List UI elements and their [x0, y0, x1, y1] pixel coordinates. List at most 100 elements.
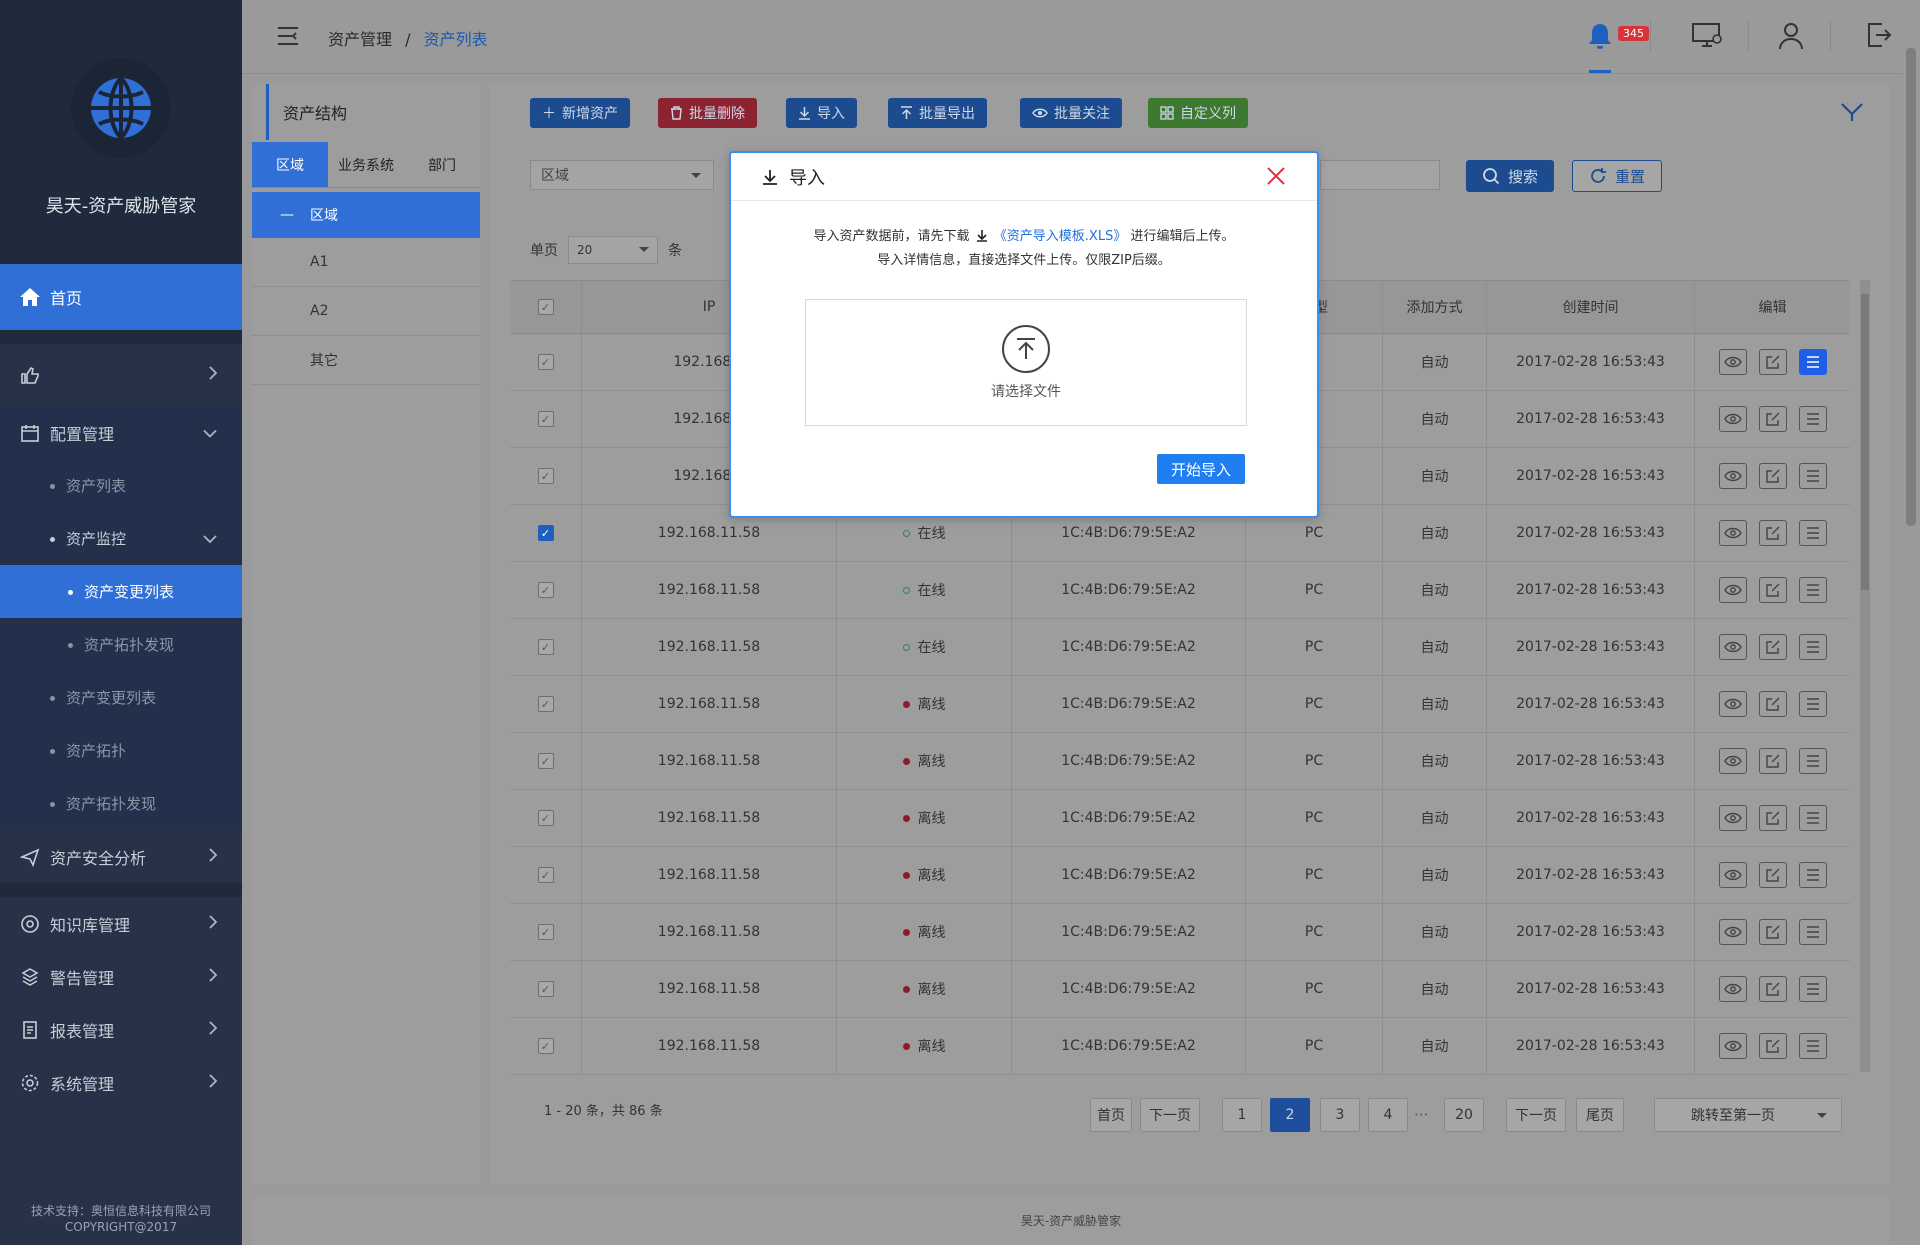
page-prev[interactable]: 下一页	[1140, 1098, 1200, 1132]
edit-icon[interactable]	[1758, 919, 1787, 945]
row-checkbox[interactable]: ✓	[537, 1038, 554, 1054]
nav-system[interactable]: 系统管理	[0, 1056, 242, 1109]
view-eye-icon[interactable]	[1718, 634, 1747, 660]
table-row[interactable]: ✓ 192.168.11.58 离线 1C:4B:D6:79:5E:A2 PC 自动 201…	[510, 790, 1850, 847]
edit-icon[interactable]	[1758, 406, 1787, 432]
page-3[interactable]: 3	[1320, 1098, 1360, 1132]
tree-root-region[interactable]: — 区域	[252, 192, 480, 238]
edit-icon[interactable]	[1758, 520, 1787, 546]
nav-asset-topo-discover-2[interactable]: 资产拓扑发现	[0, 777, 242, 830]
row-checkbox[interactable]: ✓	[537, 525, 554, 541]
page-last[interactable]: 尾页	[1576, 1098, 1624, 1132]
table-row[interactable]: ✓ 192.168.11.58 离线 1C:4B:D6:79:5E:A2 PC 自动 201…	[510, 961, 1850, 1018]
tree-node-a2[interactable]: A2	[252, 287, 480, 336]
nav-asset-change-list-2[interactable]: 资产变更列表	[0, 671, 242, 724]
add-asset-button[interactable]: ＋ 新增资产	[530, 98, 630, 128]
detail-list-icon[interactable]	[1798, 349, 1827, 375]
nav-asset-change-list[interactable]: 资产变更列表	[0, 565, 242, 618]
detail-list-icon[interactable]	[1798, 919, 1827, 945]
row-checkbox[interactable]: ✓	[537, 411, 554, 427]
nav-report[interactable]: 报表管理	[0, 1003, 242, 1056]
detail-list-icon[interactable]	[1798, 577, 1827, 603]
tree-node-a1[interactable]: A1	[252, 238, 480, 287]
view-eye-icon[interactable]	[1718, 577, 1747, 603]
view-eye-icon[interactable]	[1718, 406, 1747, 432]
detail-list-icon[interactable]	[1798, 520, 1827, 546]
table-row[interactable]: ✓ 192.168.11.58 离线 1C:4B:D6:79:5E:A2 PC 自动 201…	[510, 1018, 1850, 1075]
logout-icon[interactable]	[1866, 22, 1892, 52]
table-row[interactable]: ✓ 192.168.11.58 离线 1C:4B:D6:79:5E:A2 PC 自动 201…	[510, 904, 1850, 961]
row-checkbox[interactable]: ✓	[537, 696, 554, 712]
nav-asset-topo[interactable]: 资产拓扑	[0, 724, 242, 777]
view-eye-icon[interactable]	[1718, 1033, 1747, 1059]
view-eye-icon[interactable]	[1718, 349, 1747, 375]
nav-config[interactable]: 配置管理	[0, 406, 242, 459]
edit-icon[interactable]	[1758, 691, 1787, 717]
nav-asset-topo-discover[interactable]: 资产拓扑发现	[0, 618, 242, 671]
detail-list-icon[interactable]	[1798, 805, 1827, 831]
nav-asset-list[interactable]: 资产列表	[0, 459, 242, 512]
row-checkbox[interactable]: ✓	[537, 753, 554, 769]
edit-icon[interactable]	[1758, 577, 1787, 603]
edit-icon[interactable]	[1758, 805, 1787, 831]
file-drop-zone[interactable]: 请选择文件	[805, 299, 1247, 426]
edit-icon[interactable]	[1758, 1033, 1787, 1059]
table-row[interactable]: ✓ 192.168.11.58 离线 1C:4B:D6:79:5E:A2 PC 自动 201…	[510, 676, 1850, 733]
reset-button[interactable]: 重置	[1572, 160, 1663, 192]
nav-knowledge[interactable]: 知识库管理	[0, 897, 242, 950]
edit-icon[interactable]	[1758, 748, 1787, 774]
batch-export-button[interactable]: 批量导出	[888, 98, 987, 128]
page-first[interactable]: 首页	[1090, 1098, 1132, 1132]
import-button[interactable]: 导入	[786, 98, 857, 128]
detail-list-icon[interactable]	[1798, 463, 1827, 489]
detail-list-icon[interactable]	[1798, 976, 1827, 1002]
view-eye-icon[interactable]	[1718, 748, 1747, 774]
view-eye-icon[interactable]	[1718, 805, 1747, 831]
scrollbar-thumb[interactable]	[1861, 294, 1869, 590]
nav-home[interactable]: 首页	[0, 264, 242, 330]
start-import-button[interactable]: 开始导入	[1156, 454, 1245, 484]
collapse-filter-icon[interactable]	[1840, 102, 1864, 126]
row-checkbox[interactable]: ✓	[537, 810, 554, 826]
detail-list-icon[interactable]	[1798, 634, 1827, 660]
view-eye-icon[interactable]	[1718, 691, 1747, 717]
select-all-checkbox[interactable]: ✓	[537, 299, 554, 315]
view-eye-icon[interactable]	[1718, 862, 1747, 888]
monitor-settings-icon[interactable]	[1692, 22, 1724, 52]
detail-list-icon[interactable]	[1798, 1033, 1827, 1059]
menu-toggle-icon[interactable]	[276, 24, 300, 52]
view-eye-icon[interactable]	[1718, 520, 1747, 546]
page-1[interactable]: 1	[1222, 1098, 1262, 1132]
custom-columns-button[interactable]: 自定义列	[1148, 98, 1248, 128]
row-checkbox[interactable]: ✓	[537, 867, 554, 883]
region-select[interactable]: 区域	[530, 160, 714, 190]
page-size-select[interactable]: 20	[568, 236, 658, 264]
nav-asset-monitor[interactable]: 资产监控	[0, 512, 242, 565]
batch-delete-button[interactable]: 批量删除	[658, 98, 757, 128]
edit-icon[interactable]	[1758, 976, 1787, 1002]
page-20[interactable]: 20	[1444, 1098, 1484, 1132]
tab-region[interactable]: 区域	[252, 142, 328, 188]
page-scrollbar[interactable]	[1902, 0, 1920, 1245]
row-checkbox[interactable]: ✓	[537, 924, 554, 940]
table-row[interactable]: ✓ 192.168.11.58 在线 1C:4B:D6:79:5E:A2 PC 自动 201…	[510, 562, 1850, 619]
edit-icon[interactable]	[1758, 634, 1787, 660]
view-eye-icon[interactable]	[1718, 976, 1747, 1002]
row-checkbox[interactable]: ✓	[537, 981, 554, 997]
breadcrumb-root[interactable]: 资产管理	[328, 30, 392, 49]
table-row[interactable]: ✓ 192.168.11.58 离线 1C:4B:D6:79:5E:A2 PC 自动 201…	[510, 847, 1850, 904]
row-checkbox[interactable]: ✓	[537, 582, 554, 598]
search-button[interactable]: 搜索	[1466, 160, 1555, 192]
page-4[interactable]: 4	[1368, 1098, 1408, 1132]
detail-list-icon[interactable]	[1798, 748, 1827, 774]
detail-list-icon[interactable]	[1798, 691, 1827, 717]
nav-security-analysis[interactable]: 资产安全分析	[0, 830, 242, 883]
page-next[interactable]: 下一页	[1506, 1098, 1566, 1132]
template-download-link[interactable]: 《资产导入模板.XLS》	[994, 229, 1127, 244]
nav-thumb[interactable]	[0, 344, 242, 406]
batch-follow-button[interactable]: 批量关注	[1020, 98, 1122, 128]
tree-node-other[interactable]: 其它	[252, 336, 480, 385]
col-created-time[interactable]: 创建时间	[1487, 281, 1695, 333]
user-icon[interactable]	[1778, 22, 1804, 54]
edit-icon[interactable]	[1758, 862, 1787, 888]
